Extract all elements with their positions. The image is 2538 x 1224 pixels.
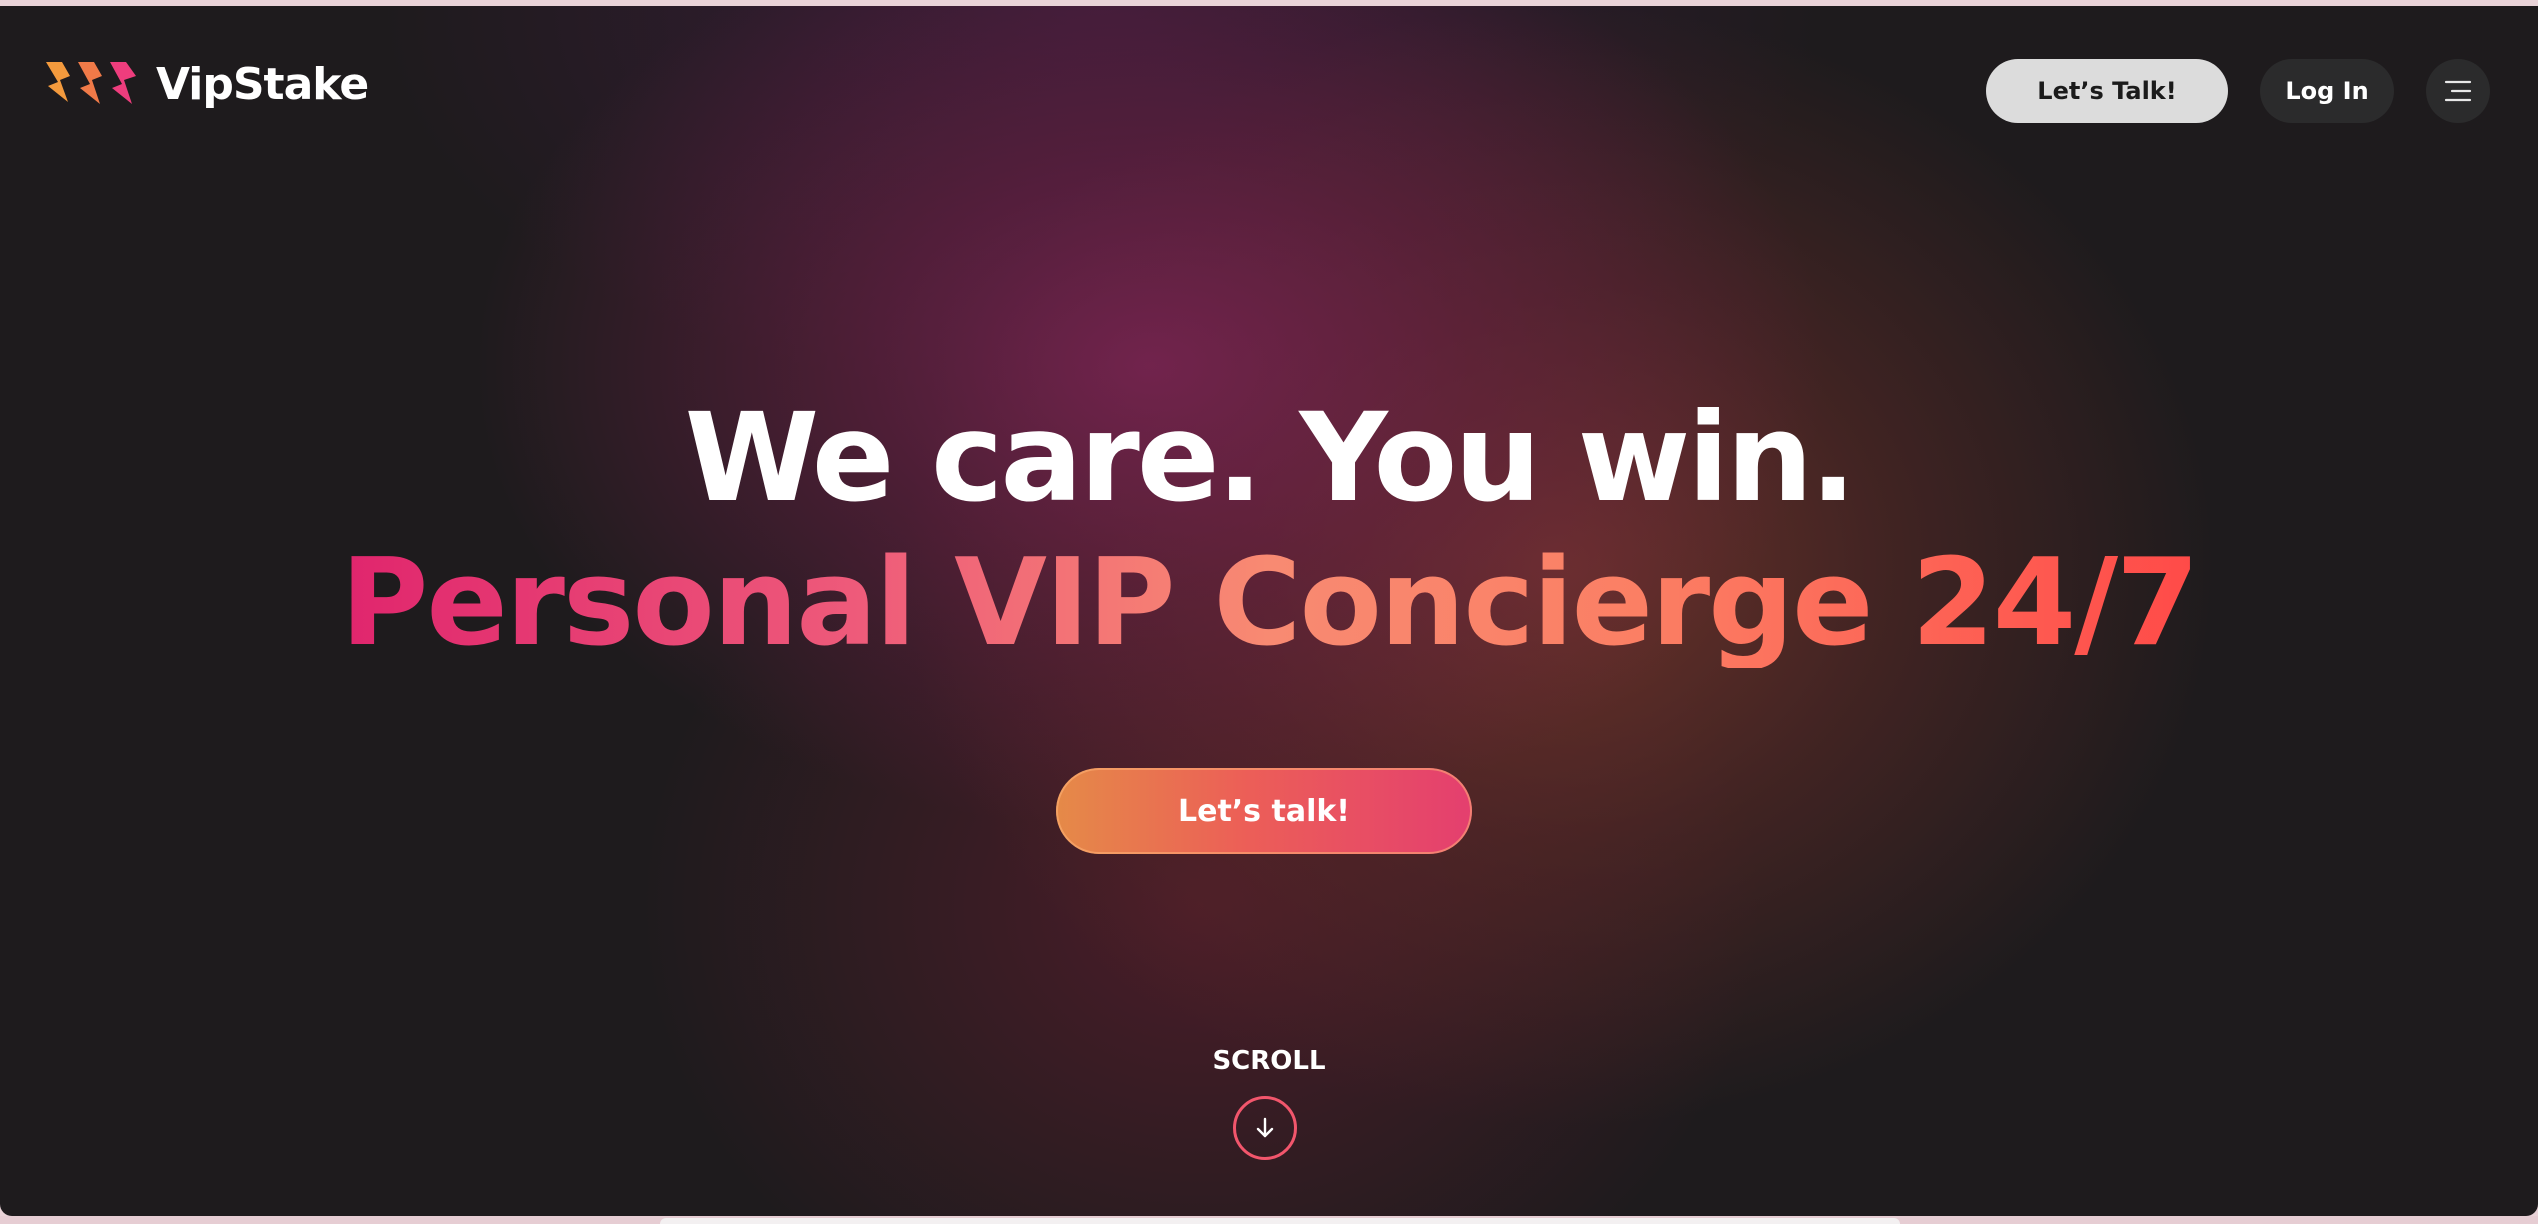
hero-subheadline: Personal VIP Concierge 24/7: [340, 534, 2199, 673]
logo[interactable]: VipStake: [40, 58, 369, 110]
lets-talk-header-button[interactable]: Let’s Talk!: [1986, 59, 2228, 123]
page-viewport: VipStake Let’s Talk! Log In We care. You…: [0, 6, 2538, 1216]
window-bottom-edge: [0, 1216, 2538, 1224]
menu-button[interactable]: [2426, 59, 2490, 123]
hero-headline: We care. You win.: [684, 387, 1857, 529]
scroll-label: SCROLL: [1212, 1046, 1326, 1076]
hero-subheadline-wrap: Personal VIP Concierge 24/7: [0, 540, 2538, 668]
lightning-bolts-logo-icon: [46, 62, 136, 104]
window-bottom-tab: [660, 1218, 1900, 1224]
brand-name: VipStake: [156, 58, 369, 110]
scroll-down-button[interactable]: [1233, 1096, 1297, 1160]
arrow-down-icon: [1256, 1117, 1274, 1138]
login-button[interactable]: Log In: [2260, 59, 2394, 123]
hamburger-menu-icon: [2444, 80, 2472, 102]
lets-talk-cta-button[interactable]: Let’s talk!: [1056, 768, 1472, 854]
